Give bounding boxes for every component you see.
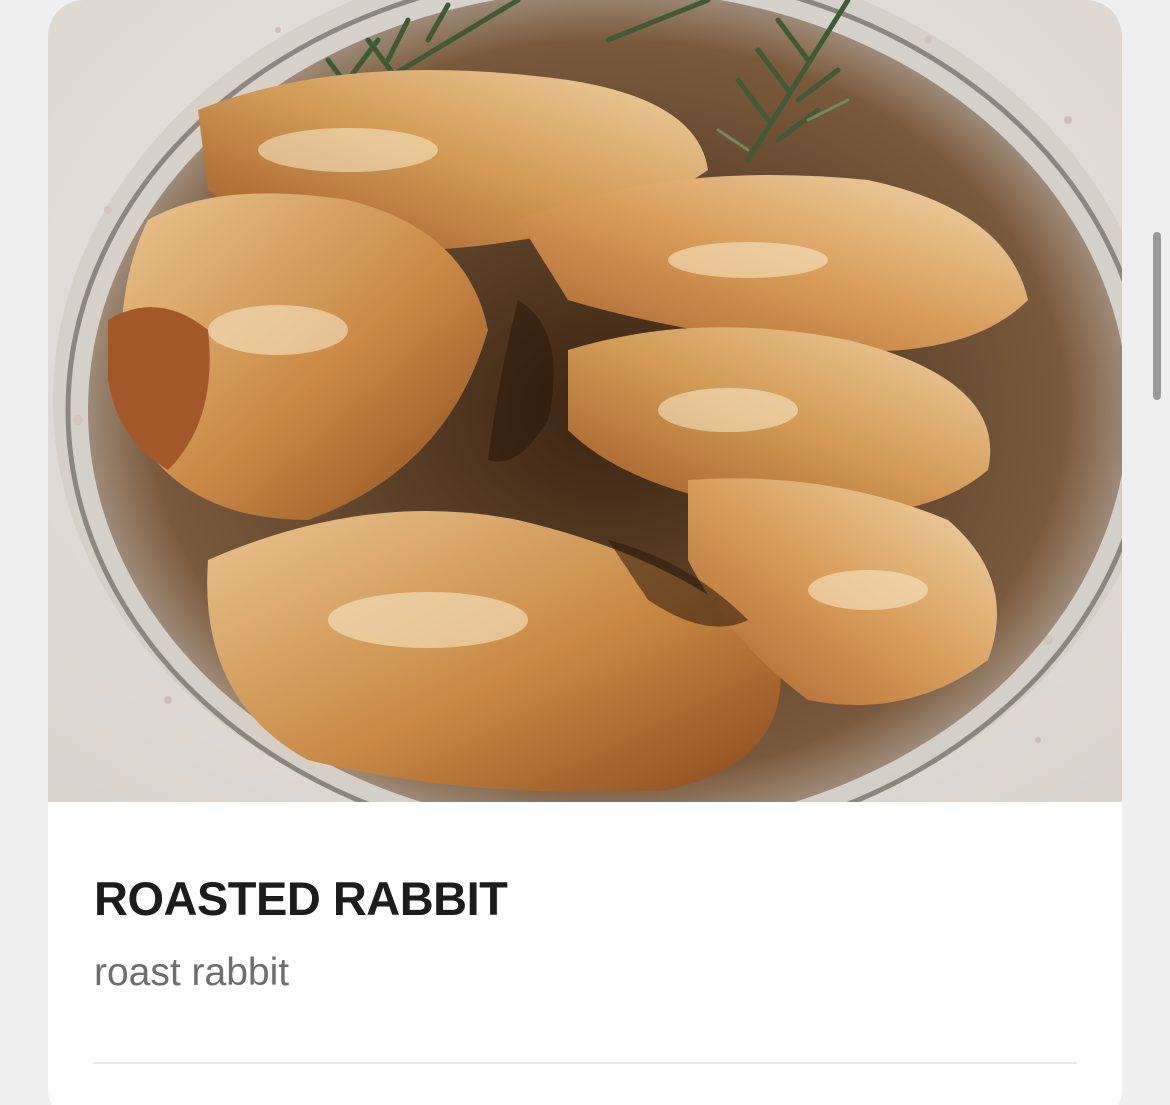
app-screen: ROASTED RABBIT roast rabbit xyxy=(0,0,1170,1105)
recipe-title: ROASTED RABBIT xyxy=(94,872,508,925)
recipe-photo xyxy=(48,0,1122,802)
recipe-subtitle: roast rabbit xyxy=(94,951,290,994)
recipe-card[interactable]: ROASTED RABBIT roast rabbit xyxy=(48,0,1122,1105)
card-divider xyxy=(93,1062,1077,1064)
scrollbar-thumb[interactable] xyxy=(1153,232,1161,400)
